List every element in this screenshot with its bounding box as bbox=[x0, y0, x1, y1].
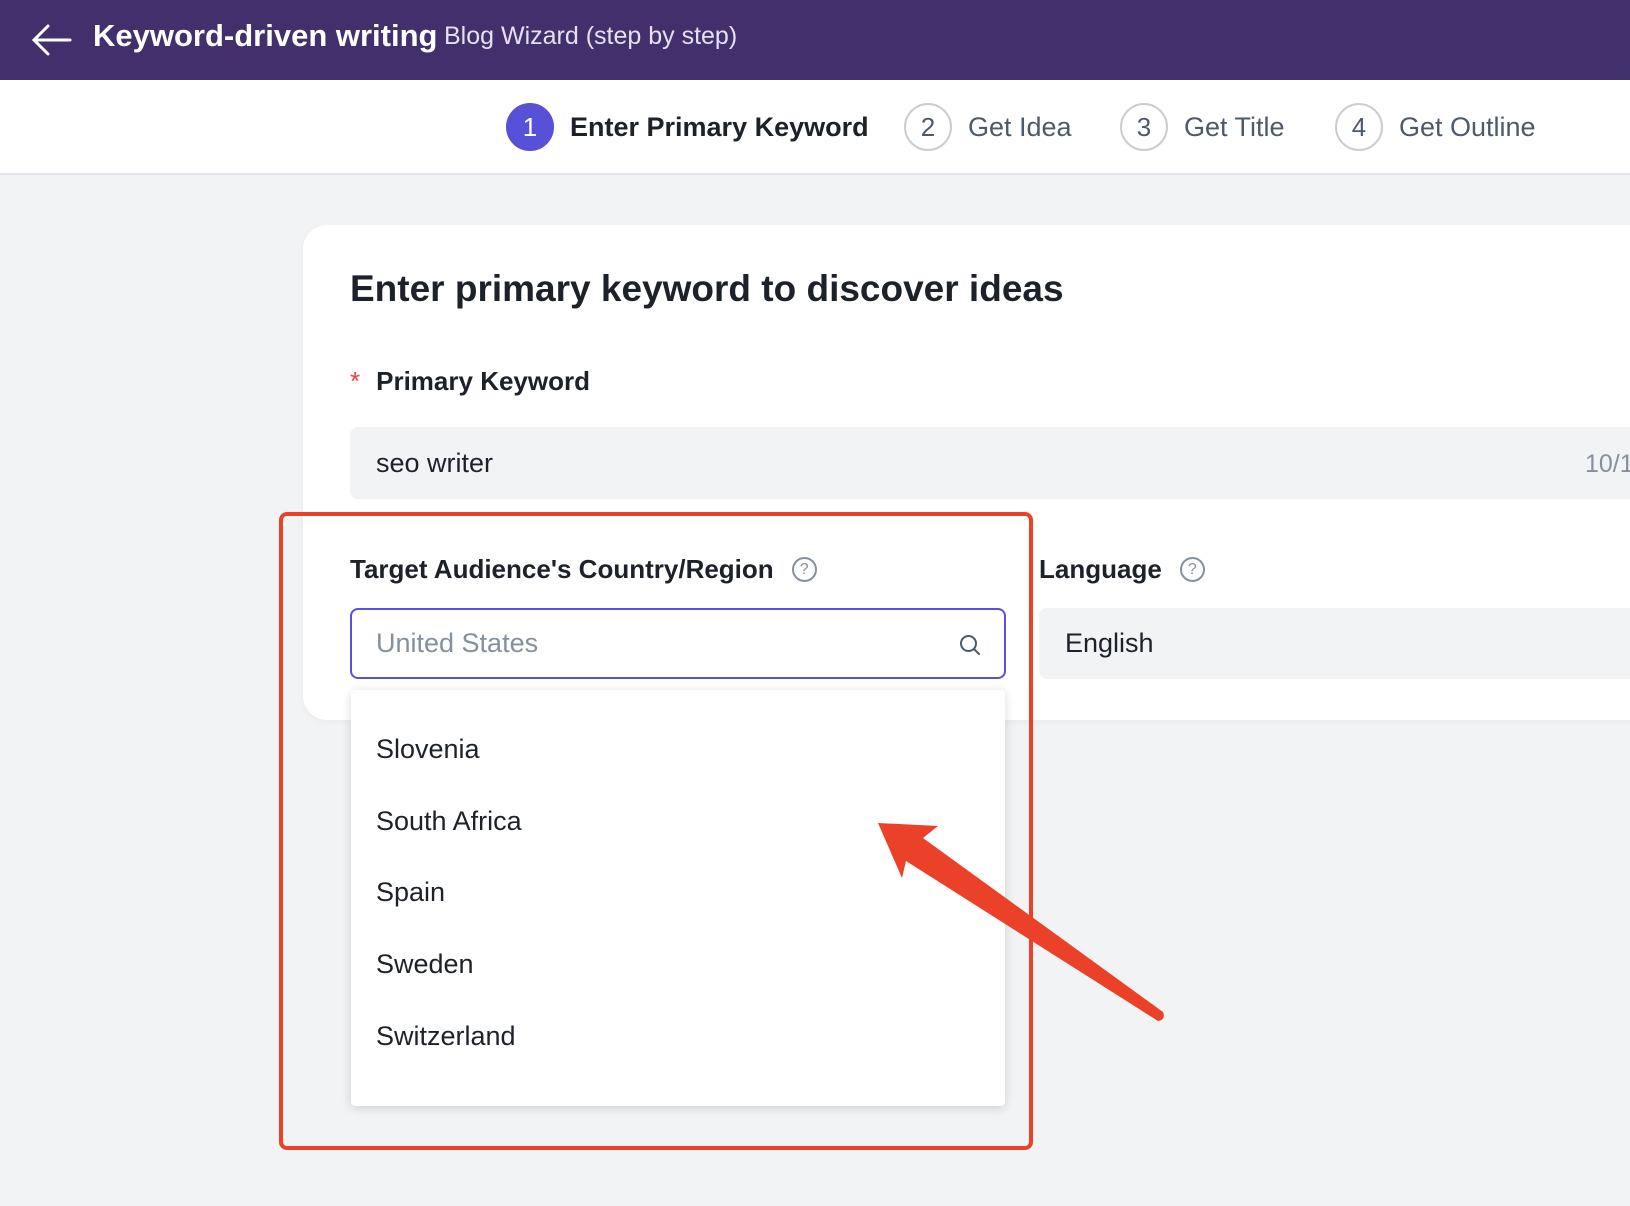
character-counter: 10/1 bbox=[1585, 450, 1630, 478]
language-select[interactable]: English bbox=[1039, 608, 1630, 679]
arrow-left-icon[interactable] bbox=[28, 18, 74, 62]
input-placeholder: United States bbox=[376, 628, 539, 658]
search-icon bbox=[960, 635, 980, 655]
step-label: Get Outline bbox=[1399, 111, 1536, 142]
step-get-outline[interactable]: 4 Get Outline bbox=[1335, 103, 1536, 151]
dropdown-option[interactable]: Slovenia bbox=[351, 713, 1005, 785]
country-label: Target Audience's Country/Region ? bbox=[350, 554, 817, 585]
help-icon[interactable]: ? bbox=[1179, 557, 1205, 582]
page-subtitle: Blog Wizard (step by step) bbox=[444, 22, 738, 50]
label-text: Primary Keyword bbox=[376, 366, 590, 396]
country-search-input[interactable]: United States bbox=[350, 608, 1006, 679]
dropdown-option[interactable]: South Africa bbox=[351, 785, 1005, 857]
dropdown-option[interactable]: Switzerland bbox=[351, 1000, 1005, 1072]
step-enter-primary-keyword[interactable]: 1 Enter Primary Keyword bbox=[506, 103, 869, 151]
page-title: Keyword-driven writing bbox=[93, 18, 438, 53]
step-number: 4 bbox=[1335, 103, 1383, 151]
country-dropdown: Slovenia South Africa Spain Sweden Switz… bbox=[351, 690, 1005, 1106]
select-value: English bbox=[1065, 628, 1154, 658]
step-label: Get Title bbox=[1184, 111, 1285, 142]
step-get-title[interactable]: 3 Get Title bbox=[1120, 103, 1285, 151]
required-mark: * bbox=[350, 366, 361, 396]
form-heading: Enter primary keyword to discover ideas bbox=[350, 268, 1064, 309]
step-number: 3 bbox=[1120, 103, 1168, 151]
dropdown-option[interactable]: Sweden bbox=[351, 928, 1005, 1000]
dropdown-option[interactable]: Spain bbox=[351, 856, 1005, 928]
step-number: 2 bbox=[904, 103, 952, 151]
primary-keyword-label: * Primary Keyword bbox=[350, 366, 590, 397]
help-icon[interactable]: ? bbox=[791, 557, 817, 582]
language-label: Language ? bbox=[1039, 554, 1205, 585]
step-label: Get Idea bbox=[968, 111, 1072, 142]
app-header: Keyword-driven writing Blog Wizard (step… bbox=[0, 0, 1630, 80]
primary-keyword-input[interactable]: seo writer bbox=[350, 427, 1630, 499]
step-get-idea[interactable]: 2 Get Idea bbox=[904, 103, 1072, 151]
step-number: 1 bbox=[506, 103, 554, 151]
input-value: seo writer bbox=[376, 447, 494, 478]
label-text: Target Audience's Country/Region bbox=[350, 554, 774, 584]
label-text: Language bbox=[1039, 554, 1162, 584]
wizard-stepper: 1 Enter Primary Keyword 2 Get Idea 3 Get… bbox=[0, 80, 1630, 175]
step-label: Enter Primary Keyword bbox=[570, 111, 869, 142]
